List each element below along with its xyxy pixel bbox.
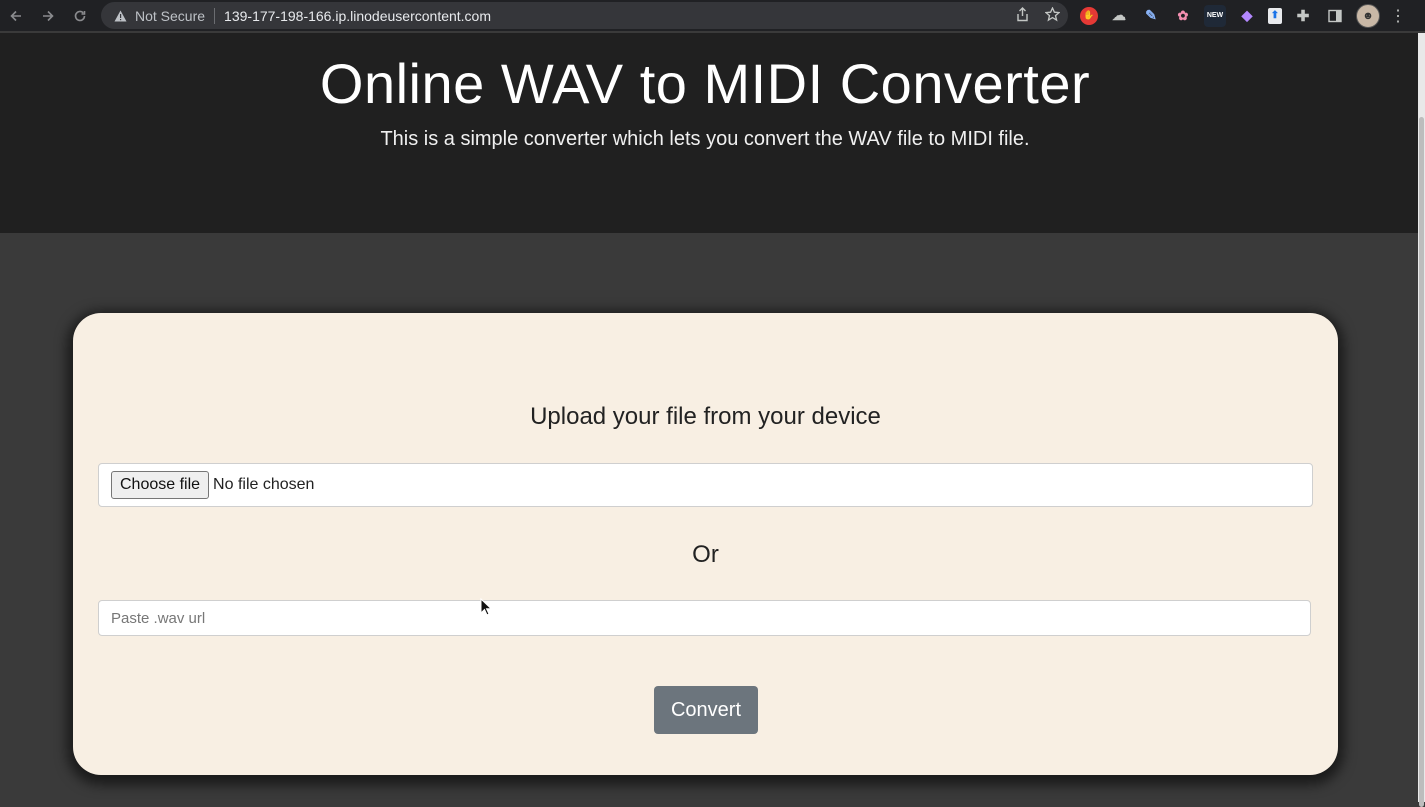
or-separator: Or xyxy=(692,541,719,568)
warning-icon[interactable] xyxy=(113,9,127,23)
upload-heading: Upload your file from your device xyxy=(530,403,881,430)
choose-file-button[interactable]: Choose file xyxy=(111,471,210,499)
bookmark-star-icon[interactable] xyxy=(1044,5,1061,25)
page-title: Online WAV to MIDI Converter xyxy=(319,52,1091,115)
address-bar[interactable]: Not Secure 139-177-198-166.ip.linodeuser… xyxy=(101,2,1068,29)
convert-button[interactable]: Convert xyxy=(654,686,758,734)
scrollbar-thumb[interactable] xyxy=(1419,117,1424,807)
drop-extension-icon[interactable]: ◆ xyxy=(1236,5,1258,27)
menu-icon[interactable]: ⋮ xyxy=(1390,6,1406,26)
stop-extension-icon[interactable]: ✋ xyxy=(1080,6,1098,25)
page-subtitle: This is a simple converter which lets yo… xyxy=(380,128,1030,150)
profile-avatar[interactable]: ☻ xyxy=(1356,3,1380,28)
extensions-bar: ✋ ☁ ✎ ✿ NEW ◆ ⬆ ✚ ☻ ⋮ xyxy=(1080,3,1406,28)
hero-header: Online WAV to MIDI Converter This is a s… xyxy=(0,33,1418,233)
side-panel-icon[interactable] xyxy=(1324,5,1346,27)
page-body: Online WAV to MIDI Converter This is a s… xyxy=(0,33,1418,802)
browser-toolbar: Not Secure 139-177-198-166.ip.linodeuser… xyxy=(0,0,1425,31)
back-icon[interactable] xyxy=(4,4,28,28)
upload-extension-icon[interactable]: ⬆ xyxy=(1268,7,1282,24)
security-label[interactable]: Not Secure xyxy=(135,8,205,24)
converter-card: Upload your file from your device Choose… xyxy=(73,313,1338,775)
forward-icon[interactable] xyxy=(36,4,60,28)
scrollbar[interactable] xyxy=(1418,33,1425,807)
puzzle-extensions-icon[interactable]: ✚ xyxy=(1292,5,1314,27)
url-text[interactable]: 139-177-198-166.ip.linodeusercontent.com xyxy=(224,8,491,24)
file-input[interactable]: Choose file No file chosen xyxy=(98,463,1313,507)
new-extension-icon[interactable]: NEW xyxy=(1204,4,1226,27)
divider xyxy=(214,7,216,24)
brain-extension-icon[interactable]: ✿ xyxy=(1172,5,1194,27)
cloud-extension-icon[interactable]: ☁ xyxy=(1108,5,1130,27)
file-status-text: No file chosen xyxy=(213,476,315,493)
reload-icon[interactable] xyxy=(68,4,92,28)
pen-extension-icon[interactable]: ✎ xyxy=(1140,5,1162,27)
share-icon[interactable] xyxy=(1016,6,1029,25)
wav-url-input[interactable] xyxy=(98,600,1311,636)
